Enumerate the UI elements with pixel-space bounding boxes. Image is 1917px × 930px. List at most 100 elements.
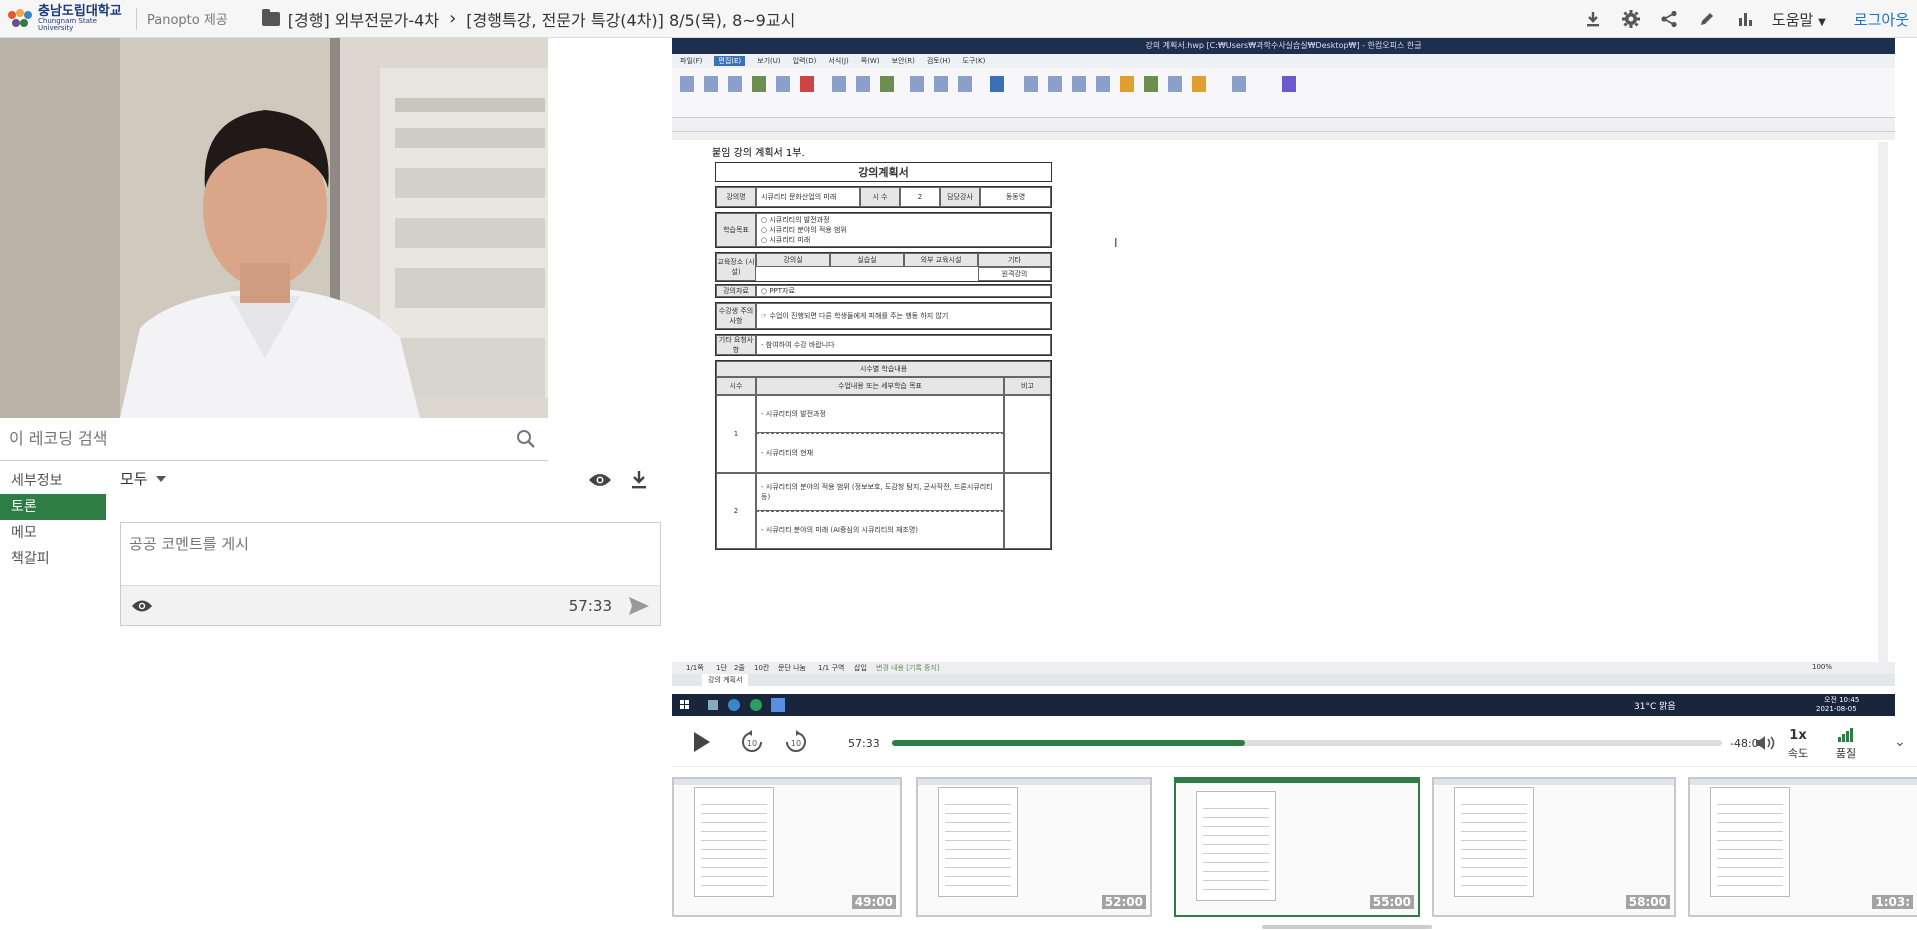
left-panel: 세부정보 토론 메모 책갈피 모두 57:33 <box>0 38 661 930</box>
instructor-label: 담당강사 <box>940 187 980 207</box>
menu-item: 검토(H) <box>926 57 951 65</box>
menu-item: 파일(F) <box>680 57 703 65</box>
breadcrumb-folder[interactable]: [경행] 외부전문가-4차 <box>288 7 439 31</box>
recording-search <box>0 419 548 461</box>
volume-icon[interactable] <box>1754 734 1776 756</box>
presenter-video[interactable] <box>0 38 548 418</box>
doc-tab: 강의 계획서 <box>702 674 749 686</box>
page-title: [경행특강, 전문가 특강(4차)] 8/5(목), 8~9교시 <box>466 10 796 30</box>
thumbnail-scrollbar[interactable] <box>1262 925 1432 929</box>
chevron-down-icon: ▼ <box>1818 16 1826 28</box>
schedule-item: - 시큐리티 분야의 미래 (AI중심의 시큐리티의 재조명) <box>756 511 1004 549</box>
schedule-col: 수업내용 또는 세부학습 목표 <box>756 377 1004 395</box>
pencil-icon[interactable] <box>1688 0 1726 38</box>
document-page: 붙임 강의 계획서 1부. 강의계획서 강의명 시큐리티 문화산업의 미래 시 … <box>712 142 1072 662</box>
app-ribbon <box>672 68 1895 118</box>
screen-recording[interactable]: 강의 계획서.hwp [C:₩Users₩과학수사실습실₩Desktop₩] -… <box>672 38 1895 716</box>
thumbnail[interactable]: 52:00 <box>916 777 1152 917</box>
schedule-col: 비고 <box>1004 377 1051 395</box>
quality-control[interactable]: 품질 <box>1826 728 1866 761</box>
share-icon[interactable] <box>1650 0 1688 38</box>
place-col: 강의실 <box>756 253 830 267</box>
provider-label: Panopto 제공 <box>147 13 228 28</box>
caution-label: 수강생 주의사항 <box>716 303 756 329</box>
gear-icon[interactable] <box>1612 0 1650 38</box>
plan-table: 강의계획서 <box>715 162 1052 182</box>
doc-heading: 붙임 강의 계획서 1부. <box>712 148 805 159</box>
progress-fill <box>892 740 1245 746</box>
goal-list: ○ 시큐리티의 발전과정 ○ 시큐리티 분야의 적용 범위 ○ 시큐리티 미래 <box>756 213 1051 247</box>
caret-down-icon <box>155 475 166 482</box>
menu-item: 보기(U) <box>757 57 781 65</box>
speed-control[interactable]: 1x 속도 <box>1778 728 1818 761</box>
status-item: 1/1쪽 <box>686 664 704 672</box>
thumb-doc <box>694 787 774 897</box>
logo-mark-icon <box>6 7 34 31</box>
document-area: 붙임 강의 계획서 1부. 강의계획서 강의명 시큐리티 문화산업의 미래 시 … <box>672 142 1895 662</box>
comment-timestamp: 57:33 <box>568 597 612 615</box>
collapse-chevron-icon[interactable]: ⌄ <box>1894 734 1906 750</box>
thumbnail[interactable]: 58:00 <box>1432 777 1676 917</box>
caution-row: 수강생 주의사항 ☞ 수업이 진행되면 다른 학생들에게 피해를 주는 행동 하… <box>715 302 1052 330</box>
schedule-table: 시수별 학습내용 시수 수업내용 또는 세부학습 목표 비고 1 - 시큐리티의… <box>715 360 1052 550</box>
divider <box>136 7 137 30</box>
university-logo[interactable]: 충남도립대학교 Chungnam State University <box>6 4 126 34</box>
goal-item: ○ 시큐리티 분야의 적용 범위 <box>761 226 847 234</box>
thumbnail[interactable]: 1:03: <box>1688 777 1917 917</box>
play-icon[interactable] <box>694 732 710 752</box>
comment-input[interactable] <box>121 523 660 571</box>
etc-label: 기타 요청사항 <box>716 335 756 355</box>
schedule-item: - 시큐리티의 분야의 적용 범위 (정보보호, 도감청 탐지, 군사작전, 드… <box>756 473 1004 511</box>
thumb-doc <box>1196 791 1276 901</box>
schedule-hour: 2 <box>716 473 756 549</box>
menu-item: 편집(E) <box>714 56 746 66</box>
logout-link[interactable]: 로그아웃 <box>1854 9 1909 30</box>
material-value: ○ PPT자료 <box>756 285 1051 297</box>
help-menu[interactable]: 도움말 ▼ <box>1772 9 1826 30</box>
progress-bar[interactable] <box>892 740 1722 746</box>
place-extra: 원격강의 <box>978 267 1051 281</box>
download-icon[interactable] <box>1574 0 1612 38</box>
goal-item: ○ 시큐리티의 발전과정 <box>761 216 830 224</box>
zoom-level: 100% <box>1812 663 1833 671</box>
thumb-time: 58:00 <box>1625 895 1670 909</box>
current-time: 57:33 <box>848 737 880 750</box>
thumbnail-active[interactable]: 55:00 <box>1174 777 1420 917</box>
goal-item: ○ 시큐리티 미래 <box>761 236 811 244</box>
menu-item: 쪽(W) <box>860 57 880 65</box>
place-col: 실습실 <box>830 253 904 267</box>
sidebar-item-details[interactable]: 세부정보 <box>0 468 106 494</box>
material-row: 강의자료 ○ PPT자료 <box>715 284 1052 298</box>
etc-value: - 참여하여 수강 바랍니다 <box>756 335 1051 355</box>
stats-icon[interactable] <box>1726 0 1764 38</box>
search-input[interactable] <box>9 429 489 448</box>
speed-value: 1x <box>1789 728 1807 743</box>
rewind-10-icon[interactable]: 10 <box>740 730 764 758</box>
send-icon[interactable] <box>628 596 650 620</box>
sidebar-item-discussion[interactable]: 토론 <box>0 494 106 520</box>
thumbnail[interactable]: 49:00 <box>672 777 902 917</box>
course-label: 강의명 <box>716 187 756 207</box>
menu-item: 입력(D) <box>792 57 817 65</box>
goal-row: 학습목표 ○ 시큐리티의 발전과정 ○ 시큐리티 분야의 적용 범위 ○ 시큐리… <box>715 212 1052 248</box>
thumb-time: 52:00 <box>1101 895 1146 909</box>
right-panel: 강의 계획서.hwp [C:₩Users₩과학수사실습실₩Desktop₩] -… <box>672 38 1917 930</box>
thumb-header <box>674 779 900 785</box>
sidebar-item-notes[interactable]: 메모 <box>0 520 106 546</box>
goal-label: 학습목표 <box>716 213 756 247</box>
schedule-note <box>1004 395 1051 473</box>
svg-text:10: 10 <box>791 739 801 748</box>
doc-scrollbar[interactable] <box>1878 142 1888 662</box>
comment-filter-dropdown[interactable]: 모두 <box>120 468 166 489</box>
forward-10-icon[interactable]: 10 <box>784 730 808 758</box>
visibility-icon[interactable] <box>131 598 153 618</box>
schedule-col: 시수 <box>716 377 756 395</box>
status-item: 변경 내용 [기록 중지] <box>876 664 940 672</box>
download-comments-icon[interactable] <box>630 470 648 494</box>
sidebar-item-bookmarks[interactable]: 책갈피 <box>0 546 106 572</box>
eye-icon[interactable] <box>588 472 612 492</box>
search-icon[interactable] <box>516 429 536 453</box>
windows-taskbar: 31°C 맑음 오전 10:45 2021-08-05 <box>672 694 1895 716</box>
help-label: 도움말 <box>1771 10 1814 29</box>
ruler <box>672 132 1895 140</box>
